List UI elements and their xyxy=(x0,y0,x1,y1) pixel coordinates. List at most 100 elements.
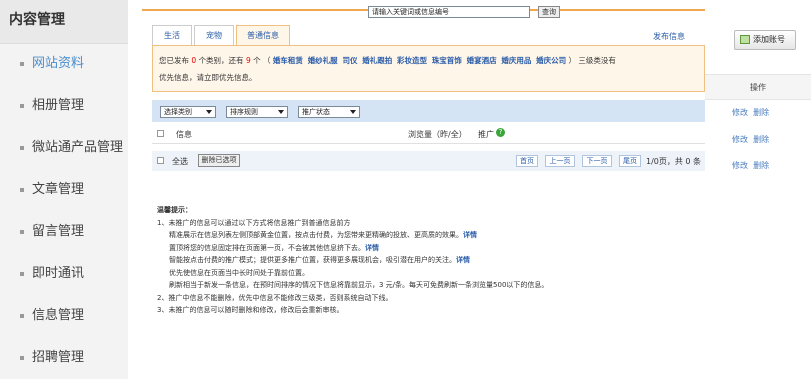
bullet-icon xyxy=(20,104,24,108)
page-info: 1/0页，共 0 条 xyxy=(646,157,702,166)
table-footer: 全选 删除已选项 首页 上一页 下一页 尾页 1/0页，共 0 条 xyxy=(152,151,705,171)
col-promo: 推广 xyxy=(478,130,494,139)
sidebar-item-label: 信息管理 xyxy=(32,308,85,323)
operations-header: 操作 xyxy=(705,74,811,100)
edit-link[interactable]: 修改 xyxy=(732,135,748,144)
bullet-icon xyxy=(20,146,24,150)
bullet-icon xyxy=(20,272,24,276)
first-page-button[interactable]: 首页 xyxy=(516,155,538,167)
sort-select[interactable]: 排序规则 xyxy=(226,106,288,118)
delete-selected-button[interactable]: 删除已选项 xyxy=(198,154,240,167)
delete-link[interactable]: 删除 xyxy=(753,108,769,117)
notice-text: ） 三级类没有 xyxy=(568,56,616,65)
keyword-input[interactable]: 请输入关键词或信息编号 xyxy=(368,6,530,18)
tip-text: 精准展示在信息列表左侧顶部黄金位置，按点击付费，为您带来更精确的投放、更高质的效… xyxy=(169,231,463,239)
notice-text: 您已发布 xyxy=(159,56,189,65)
category-link[interactable]: 婚纱礼服 xyxy=(308,56,338,65)
sidebar-title: 内容管理 xyxy=(0,0,128,44)
tip-line: 优先使信息在页面当中长时间处于靠前位置。 xyxy=(169,268,309,277)
tip-text: 智能按点击付费的推广模式；提供更多推广位置，获得更多展现机会，吸引潜在用户的关注… xyxy=(169,256,456,264)
tip-line: 3、未推广的信息可以随时删除和修改，修改后会重新审核。 xyxy=(157,306,344,314)
sidebar-item-messages[interactable]: 留言管理 xyxy=(0,217,128,247)
bullet-icon xyxy=(20,356,24,360)
detail-link[interactable]: 详情 xyxy=(463,231,477,239)
table-header: 信息 浏览量（昨/全） 推广 ? xyxy=(152,124,705,144)
query-button[interactable]: 查询 xyxy=(538,6,560,18)
notice-box: 您已发布 0 个类别，还有 9 个 （ 婚车租赁 婚纱礼服 司仪 婚礼跟拍 彩妆… xyxy=(152,45,705,92)
select-all-label: 全选 xyxy=(172,157,188,166)
detail-link[interactable]: 详情 xyxy=(456,256,470,264)
sidebar-item-label: 微站通产品管理 xyxy=(32,140,124,155)
operations-row: 修改 删除 xyxy=(732,134,769,145)
category-link[interactable]: 婚礼跟拍 xyxy=(362,56,392,65)
tab-pets[interactable]: 宠物 xyxy=(194,25,234,45)
prev-page-button[interactable]: 上一页 xyxy=(545,155,575,167)
chevron-down-icon xyxy=(278,110,284,114)
category-link[interactable]: 婚庆用品 xyxy=(501,56,531,65)
tab-normal-info[interactable]: 普通信息 xyxy=(236,25,290,45)
edit-link[interactable]: 修改 xyxy=(732,161,748,170)
notice-text: 优先信息，请立即优先信息。 xyxy=(159,73,257,82)
sidebar-item-label: 相册管理 xyxy=(32,98,85,113)
category-link[interactable]: 婚车租赁 xyxy=(273,56,303,65)
delete-link[interactable]: 删除 xyxy=(753,161,769,170)
next-page-button[interactable]: 下一页 xyxy=(582,155,612,167)
category-link[interactable]: 司仪 xyxy=(342,56,357,65)
bullet-icon xyxy=(20,314,24,318)
tip-text: 置顶将您的信息固定排在页面第一页，不会被其他信息挤下去。 xyxy=(169,243,365,252)
tip-line: 1、未推广的信息可以通过以下方式将信息推广到普通信息前方 xyxy=(157,218,351,227)
col-views: 浏览量（昨/全） xyxy=(408,130,467,139)
sidebar-item-label: 文章管理 xyxy=(32,182,85,197)
select-value: 推广状态 xyxy=(302,108,330,116)
category-link[interactable]: 珠宝首饰 xyxy=(432,56,462,65)
add-account-label: 添加账号 xyxy=(753,35,785,44)
select-value: 选择类别 xyxy=(164,108,192,116)
remaining-count: 9 xyxy=(245,56,251,65)
select-all-checkbox[interactable] xyxy=(157,157,164,164)
tab-life[interactable]: 生活 xyxy=(152,25,192,45)
edit-link[interactable]: 修改 xyxy=(732,108,748,117)
last-page-button[interactable]: 尾页 xyxy=(619,155,641,167)
sidebar-item-recruit[interactable]: 招聘管理 xyxy=(0,343,128,373)
sidebar-item-articles[interactable]: 文章管理 xyxy=(0,175,128,205)
sidebar-item-info[interactable]: 信息管理 xyxy=(0,301,128,331)
tip-line: 智能按点击付费的推广模式；提供更多推广位置，获得更多展现机会，吸引潜在用户的关注… xyxy=(157,254,717,267)
tip-line: 刷新相当于新发一条信息，在预时间排序的情况下信息将靠前显示，3 元/条。每天可免… xyxy=(169,281,549,289)
sidebar-item-album[interactable]: 相册管理 xyxy=(0,91,128,121)
sidebar-item-site-info[interactable]: 网站资料 xyxy=(0,49,128,79)
operations-row: 修改 删除 xyxy=(732,107,769,118)
tip-line: 置顶将您的信息固定排在页面第一页，不会被其他信息挤下去。详情 xyxy=(157,242,717,255)
bullet-icon xyxy=(20,62,24,66)
detail-link[interactable]: 详情 xyxy=(365,244,379,252)
sidebar-item-label: 即时通讯 xyxy=(32,266,85,281)
sidebar-item-label: 招聘管理 xyxy=(32,350,85,365)
publish-info-link[interactable]: 发布信息 xyxy=(653,31,685,42)
help-icon[interactable]: ? xyxy=(496,128,505,137)
filter-bar: 选择类别 排序规则 推广状态 xyxy=(152,100,705,122)
tip-line: 2、推广中信息不能删除，优先中信息不能修改三级类，否则系统自动下线。 xyxy=(157,293,393,302)
category-select[interactable]: 选择类别 xyxy=(160,106,216,118)
header-checkbox[interactable] xyxy=(157,130,164,137)
sidebar-item-im[interactable]: 即时通讯 xyxy=(0,259,128,289)
bullet-icon xyxy=(20,188,24,192)
add-account-button[interactable]: 添加账号 xyxy=(734,30,796,50)
operations-row: 修改 删除 xyxy=(732,160,769,171)
tips-title: 温馨提示： xyxy=(157,206,192,214)
category-link[interactable]: 婚宴酒店 xyxy=(467,56,497,65)
chevron-down-icon xyxy=(350,110,356,114)
promo-status-select[interactable]: 推广状态 xyxy=(298,106,360,118)
tip-line: 精准展示在信息列表左侧顶部黄金位置，按点击付费，为您带来更精确的投放、更高质的效… xyxy=(157,229,717,242)
category-link[interactable]: 彩妆造型 xyxy=(397,56,427,65)
notice-text: 个 （ xyxy=(253,56,271,65)
chevron-down-icon xyxy=(206,110,212,114)
bullet-icon xyxy=(20,230,24,234)
notice-text: 个类别，还有 xyxy=(198,56,244,65)
select-value: 排序规则 xyxy=(230,108,258,116)
sidebar-item-label: 网站资料 xyxy=(32,56,85,71)
sidebar-item-products[interactable]: 微站通产品管理 xyxy=(0,133,128,163)
tips-section: 温馨提示： 1、未推广的信息可以通过以下方式将信息推广到普通信息前方 精准展示在… xyxy=(157,204,717,317)
col-info: 信息 xyxy=(176,130,192,139)
sidebar-item-label: 留言管理 xyxy=(32,224,85,239)
delete-link[interactable]: 删除 xyxy=(753,135,769,144)
category-link[interactable]: 婚庆公司 xyxy=(536,56,566,65)
